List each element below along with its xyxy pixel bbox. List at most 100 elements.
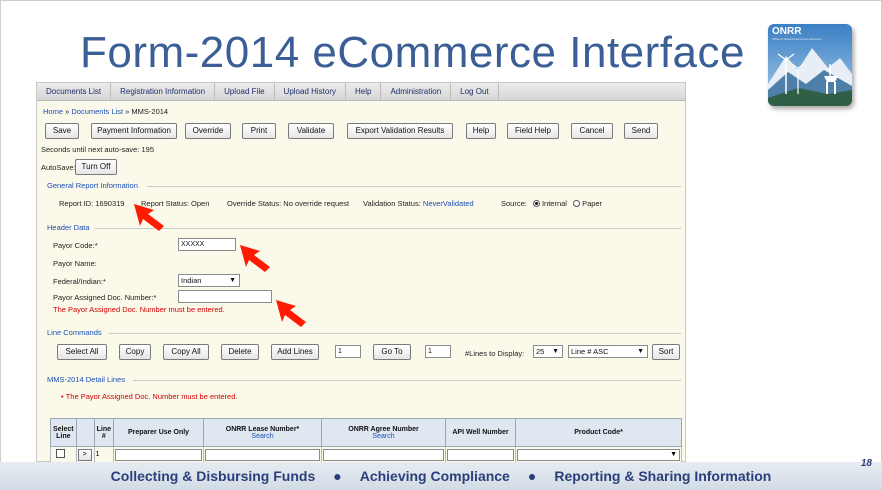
menu-administration[interactable]: Administration xyxy=(381,83,452,100)
agree-number-cell xyxy=(321,446,447,463)
header-data-section-title: Header Data xyxy=(47,223,90,232)
copy-all-button[interactable]: Copy All xyxy=(163,344,209,360)
payor-code-input[interactable]: XXXXX xyxy=(178,238,236,251)
column-header-api-well-number: API Well Number xyxy=(445,418,517,447)
product-code-cell: ▼ xyxy=(515,446,683,463)
add-lines-count-input[interactable]: 1 xyxy=(335,345,361,358)
menu-documents-list[interactable]: Documents List xyxy=(37,83,112,100)
help-button[interactable]: Help xyxy=(466,123,496,139)
detail-lines-section-title: MMS-2014 Detail Lines xyxy=(47,375,125,384)
export-validation-results-button[interactable]: Export Validation Results xyxy=(347,123,453,139)
column-header-expand xyxy=(75,418,95,447)
validation-status-value[interactable]: NeverValidated xyxy=(423,199,474,208)
go-to-input[interactable]: 1 xyxy=(425,345,451,358)
preparer-use-cell xyxy=(113,446,205,463)
expand-row-button[interactable]: > xyxy=(77,448,92,461)
footer-item-reporting: Reporting & Sharing Information xyxy=(554,468,772,484)
lease-number-input[interactable] xyxy=(205,448,321,461)
section-divider xyxy=(133,380,681,381)
section-divider xyxy=(147,186,681,187)
menu-upload-file[interactable]: Upload File xyxy=(215,83,275,100)
payor-name-label: Payor Name: xyxy=(53,259,97,268)
cancel-button[interactable]: Cancel xyxy=(571,123,613,139)
product-code-select[interactable]: ▼ xyxy=(517,448,681,461)
section-divider xyxy=(95,228,681,229)
footer-separator: ● xyxy=(527,468,537,484)
column-header-line-number: Line # xyxy=(93,418,115,447)
menu-help[interactable]: Help xyxy=(346,83,382,100)
section-divider xyxy=(109,333,681,334)
breadcrumb-home[interactable]: Home xyxy=(43,107,63,116)
breadcrumb: Home » Documents List » MMS-2014 xyxy=(43,107,168,116)
menu-log-out[interactable]: Log Out xyxy=(451,83,499,100)
column-header-select-line: Select Line xyxy=(50,418,77,447)
lease-number-cell xyxy=(203,446,323,463)
detail-lines-table: Select Line Line # Preparer Use Only ONR… xyxy=(50,418,690,463)
send-button[interactable]: Send xyxy=(624,123,658,139)
validation-status: Validation Status: NeverValidated xyxy=(363,199,474,208)
validate-button[interactable]: Validate xyxy=(288,123,334,139)
go-to-button[interactable]: Go To xyxy=(373,344,411,360)
source-paper-radio[interactable] xyxy=(573,200,581,207)
autosave-toggle-button[interactable]: Turn Off xyxy=(75,159,117,175)
line-commands-section-title: Line Commands xyxy=(47,328,102,337)
delete-button[interactable]: Delete xyxy=(221,344,259,360)
footer-item-funds: Collecting & Disbursing Funds xyxy=(110,468,316,484)
federal-indian-label: Federal/Indian:* xyxy=(53,277,106,286)
source-field: Source: Internal Paper xyxy=(501,199,602,208)
onrr-logo: ONRR Office of Natural Resources Revenue xyxy=(768,24,852,106)
menu-bar: Documents List Registration Information … xyxy=(37,83,685,101)
column-header-agree-number: ONRR Agree Number Search xyxy=(321,418,447,447)
select-all-button[interactable]: Select All xyxy=(57,344,107,360)
column-header-product-code: Product Code* xyxy=(515,418,683,447)
callout-arrow-icon xyxy=(134,204,164,231)
lines-to-display-select[interactable]: 25 ▼ xyxy=(533,345,563,358)
copy-button[interactable]: Copy xyxy=(119,344,151,360)
column-header-lease-number: ONRR Lease Number* Search xyxy=(203,418,323,447)
agree-number-input[interactable] xyxy=(323,448,445,461)
breadcrumb-separator: » xyxy=(125,107,130,116)
table-header-row: Select Line Line # Preparer Use Only ONR… xyxy=(50,418,683,447)
logo-text: ONRR xyxy=(772,26,802,37)
general-report-section-title: General Report Information xyxy=(47,181,138,190)
payment-information-button[interactable]: Payment Information xyxy=(91,123,177,139)
federal-indian-select[interactable]: Indian ▼ xyxy=(178,274,240,287)
preparer-use-input[interactable] xyxy=(115,448,203,461)
footer-item-compliance: Achieving Compliance xyxy=(359,468,510,484)
source-internal-label: Internal xyxy=(541,199,567,208)
expand-cell: > xyxy=(75,446,95,463)
lines-to-display-value: 25 xyxy=(536,347,545,356)
select-line-checkbox[interactable] xyxy=(56,449,65,458)
breadcrumb-documents-list[interactable]: Documents List xyxy=(71,107,123,116)
payor-code-label: Payor Code:* xyxy=(53,241,98,250)
field-help-button[interactable]: Field Help xyxy=(507,123,559,139)
sort-order-value: Line # ASC xyxy=(571,347,609,356)
column-header-preparer-use-only: Preparer Use Only xyxy=(113,418,205,447)
validation-status-label: Validation Status: xyxy=(363,199,421,208)
menu-registration-information[interactable]: Registration Information xyxy=(111,83,216,100)
save-button[interactable]: Save xyxy=(45,123,79,139)
source-label: Source: xyxy=(501,199,527,208)
chevron-down-icon: ▼ xyxy=(670,450,678,458)
autosave-label: AutoSave: xyxy=(41,163,76,172)
agree-number-search-link[interactable]: Search xyxy=(324,433,443,440)
chevron-down-icon: ▼ xyxy=(637,348,644,355)
callout-arrow-icon xyxy=(240,245,270,272)
source-internal-radio[interactable] xyxy=(532,200,540,207)
logo-subtitle: Office of Natural Resources Revenue xyxy=(772,37,822,41)
payor-doc-number-input[interactable] xyxy=(178,290,272,303)
chevron-down-icon: ▼ xyxy=(229,277,236,284)
sort-order-select[interactable]: Line # ASC ▼ xyxy=(568,345,648,358)
footer-tagline: Collecting & Disbursing Funds ● Achieving … xyxy=(0,468,882,484)
report-id: Report ID: 1690319 xyxy=(59,199,125,208)
print-button[interactable]: Print xyxy=(242,123,276,139)
api-well-number-input[interactable] xyxy=(447,448,515,461)
sort-button[interactable]: Sort xyxy=(652,344,680,360)
add-lines-button[interactable]: Add Lines xyxy=(271,344,319,360)
chevron-down-icon: ▼ xyxy=(552,348,559,355)
detail-lines-error-text: The Payor Assigned Doc. Number must be e… xyxy=(65,392,238,401)
lease-number-search-link[interactable]: Search xyxy=(206,433,319,440)
menu-upload-history[interactable]: Upload History xyxy=(275,83,347,100)
override-button[interactable]: Override xyxy=(185,123,231,139)
payor-doc-number-error: The Payor Assigned Doc. Number must be e… xyxy=(53,305,225,314)
